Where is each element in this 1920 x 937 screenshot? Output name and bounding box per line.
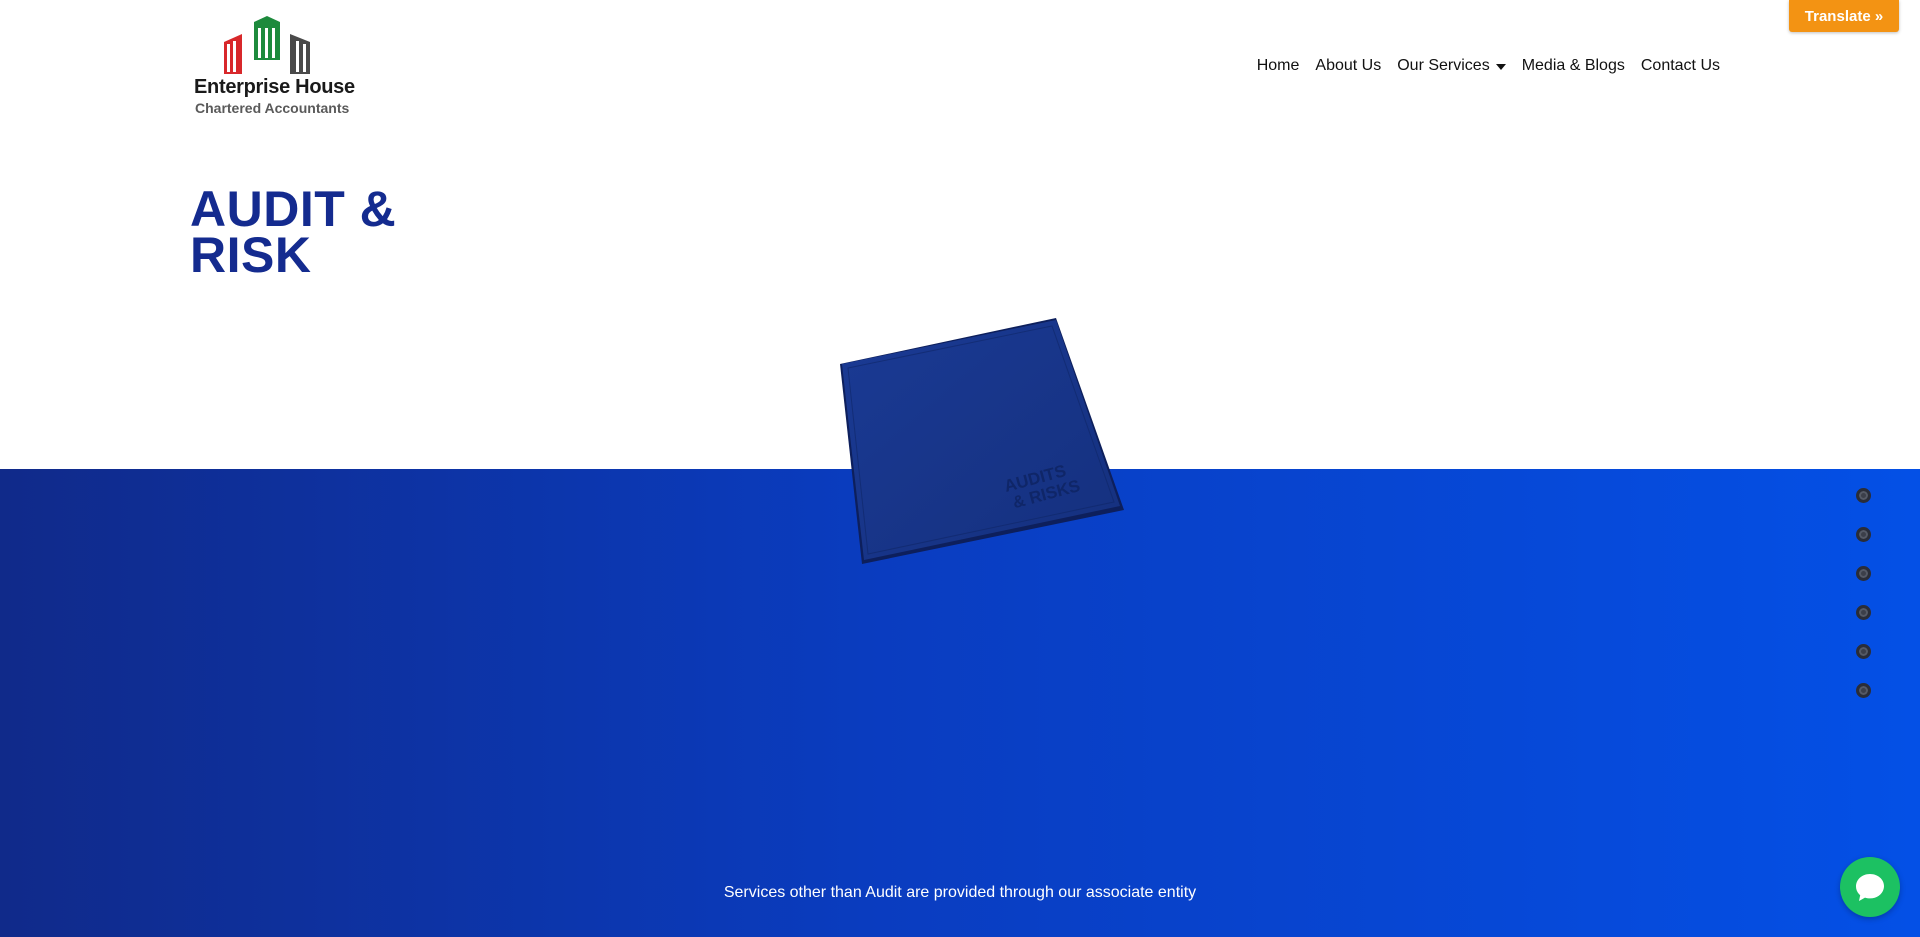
main-nav: Home About Us Our Services Media & Blogs… bbox=[1249, 57, 1728, 75]
audit-book-image: AUDITS & RISKS bbox=[838, 316, 1126, 566]
translate-button[interactable]: Translate » bbox=[1789, 0, 1899, 32]
slider-dots bbox=[1856, 488, 1871, 698]
chat-bubble-icon bbox=[1856, 874, 1884, 901]
slider-dot[interactable] bbox=[1856, 566, 1871, 581]
slider-dot[interactable] bbox=[1856, 488, 1871, 503]
slider-dot[interactable] bbox=[1856, 605, 1871, 620]
associate-entity-note: Services other than Audit are provided t… bbox=[723, 884, 1197, 901]
page-title: AUDIT & RISK bbox=[190, 184, 450, 280]
logo[interactable]: Enterprise House Chartered Accountants bbox=[192, 16, 355, 118]
logo-name: Enterprise House bbox=[194, 76, 355, 98]
slider-dot[interactable] bbox=[1856, 527, 1871, 542]
nav-services-label: Our Services bbox=[1397, 57, 1490, 74]
nav-our-services[interactable]: Our Services bbox=[1389, 57, 1513, 75]
nav-media-label: Media & Blogs bbox=[1521, 57, 1625, 74]
nav-home[interactable]: Home bbox=[1249, 57, 1308, 75]
nav-contact-us[interactable]: Contact Us bbox=[1633, 57, 1728, 75]
page: Enterprise House Chartered Accountants H… bbox=[0, 0, 1920, 937]
logo-tagline: Chartered Accountants bbox=[195, 100, 350, 116]
nav-about-label: About Us bbox=[1315, 57, 1382, 74]
building-columns-icon bbox=[224, 16, 310, 74]
slider-dot[interactable] bbox=[1856, 683, 1871, 698]
nav-home-label: Home bbox=[1256, 57, 1300, 74]
nav-contact-label: Contact Us bbox=[1640, 57, 1720, 74]
page-title-line-2: RISK bbox=[190, 227, 312, 283]
nav-media-blogs[interactable]: Media & Blogs bbox=[1514, 57, 1633, 75]
caret-down-icon bbox=[1495, 63, 1506, 70]
chat-button[interactable] bbox=[1840, 857, 1900, 917]
nav-about-us[interactable]: About Us bbox=[1307, 57, 1389, 75]
slider-dot[interactable] bbox=[1856, 644, 1871, 659]
